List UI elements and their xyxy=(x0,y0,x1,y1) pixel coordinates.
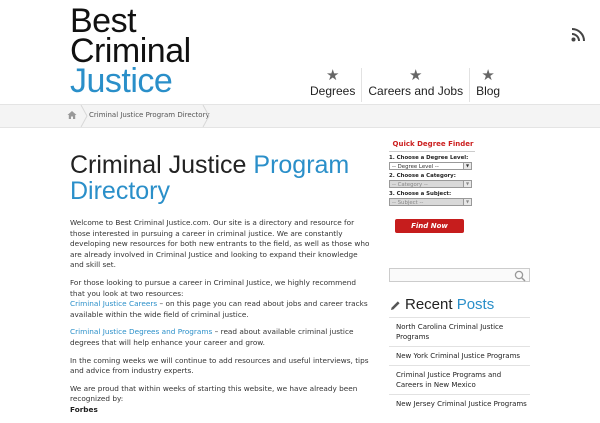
category-value: -- Category -- xyxy=(392,182,428,188)
search-icon[interactable] xyxy=(514,270,526,282)
criminal-justice-careers-link[interactable]: Criminal Justice Careers xyxy=(70,299,157,308)
recent-post-link[interactable]: New York Criminal Justice Programs xyxy=(389,346,530,365)
category-label: 2. Choose a Category: xyxy=(389,173,456,179)
subject-select[interactable]: -- Subject -- ▼ xyxy=(389,198,472,206)
title-blue-2: Directory xyxy=(70,177,171,205)
recent-heading-dark: Recent xyxy=(405,296,453,313)
rss-icon[interactable] xyxy=(571,28,585,42)
recent-post-link[interactable]: New Jersey Criminal Justice Programs xyxy=(389,394,530,413)
careers-paragraph: Criminal Justice Careers – on this page … xyxy=(70,299,370,320)
main-nav: ★ Degrees ★ Careers and Jobs ★ Blog xyxy=(304,68,506,102)
recent-posts-heading: Recent Posts xyxy=(389,296,494,313)
recent-post-link[interactable]: North Carolina Criminal Justice Programs xyxy=(389,317,530,346)
title-dark: Criminal Justice xyxy=(70,151,247,179)
logo-line-3: Justice xyxy=(70,62,173,100)
finder-divider xyxy=(389,151,475,152)
coming-weeks-paragraph: In the coming weeks we will continue to … xyxy=(70,355,369,376)
recognized-text: We are proud that within weeks of starti… xyxy=(70,383,358,404)
degree-level-select[interactable]: -- Degree Level -- ▼ xyxy=(389,162,472,170)
star-icon: ★ xyxy=(408,66,423,84)
home-icon[interactable] xyxy=(67,110,77,120)
find-now-button[interactable]: Find Now xyxy=(395,219,464,233)
breadcrumb-separator-icon xyxy=(202,105,210,127)
breadcrumb-separator-icon xyxy=(80,105,88,127)
title-blue-1: Program xyxy=(253,151,350,179)
criminal-justice-degrees-link[interactable]: Criminal Justice Degrees and Programs xyxy=(70,327,212,336)
nav-label: Careers and Jobs xyxy=(368,84,464,98)
chevron-down-icon: ▼ xyxy=(463,163,471,169)
breadcrumb: Criminal Justice Program Directory xyxy=(0,104,600,128)
subject-value: -- Subject -- xyxy=(392,200,424,206)
recent-heading-blue: Posts xyxy=(456,296,495,313)
nav-label: Degrees xyxy=(310,84,356,98)
main-content: Criminal Justice Program Directory Welco… xyxy=(70,152,370,423)
nav-item-blog[interactable]: ★ Blog xyxy=(469,68,506,102)
page-title: Criminal Justice Program Directory xyxy=(70,152,370,204)
degrees-paragraph: Criminal Justice Degrees and Programs – … xyxy=(70,327,370,348)
degree-level-label: 1. Choose a Degree Level: xyxy=(389,155,469,161)
degree-level-value: -- Degree Level -- xyxy=(392,164,439,170)
breadcrumb-current: Criminal Justice Program Directory xyxy=(89,111,210,119)
chevron-down-icon: ▼ xyxy=(463,199,471,205)
category-select[interactable]: -- Category -- ▼ xyxy=(389,180,472,188)
nav-item-degrees[interactable]: ★ Degrees xyxy=(304,68,361,102)
finder-title: Quick Degree Finder xyxy=(392,140,474,148)
subject-label: 3. Choose a Subject: xyxy=(389,191,452,197)
quick-degree-finder: Quick Degree Finder 1. Choose a Degree L… xyxy=(389,140,475,206)
recent-post-link[interactable]: Criminal Justice Programs and Careers in… xyxy=(389,365,530,394)
recommend-paragraph: For those looking to pursue a career in … xyxy=(70,277,357,298)
star-icon: ★ xyxy=(325,66,340,84)
nav-label: Blog xyxy=(476,84,501,98)
search-input[interactable] xyxy=(389,268,530,282)
chevron-down-icon: ▼ xyxy=(463,181,471,187)
recent-posts-list: North Carolina Criminal Justice Programs… xyxy=(389,317,530,413)
star-icon: ★ xyxy=(481,66,495,84)
site-logo[interactable]: Best Criminal Justice xyxy=(70,4,191,100)
intro-paragraph: Welcome to Best Criminal Justice.com. Ou… xyxy=(70,218,370,270)
forbes-text: Forbes xyxy=(70,404,98,414)
nav-item-careers-and-jobs[interactable]: ★ Careers and Jobs xyxy=(361,68,469,102)
